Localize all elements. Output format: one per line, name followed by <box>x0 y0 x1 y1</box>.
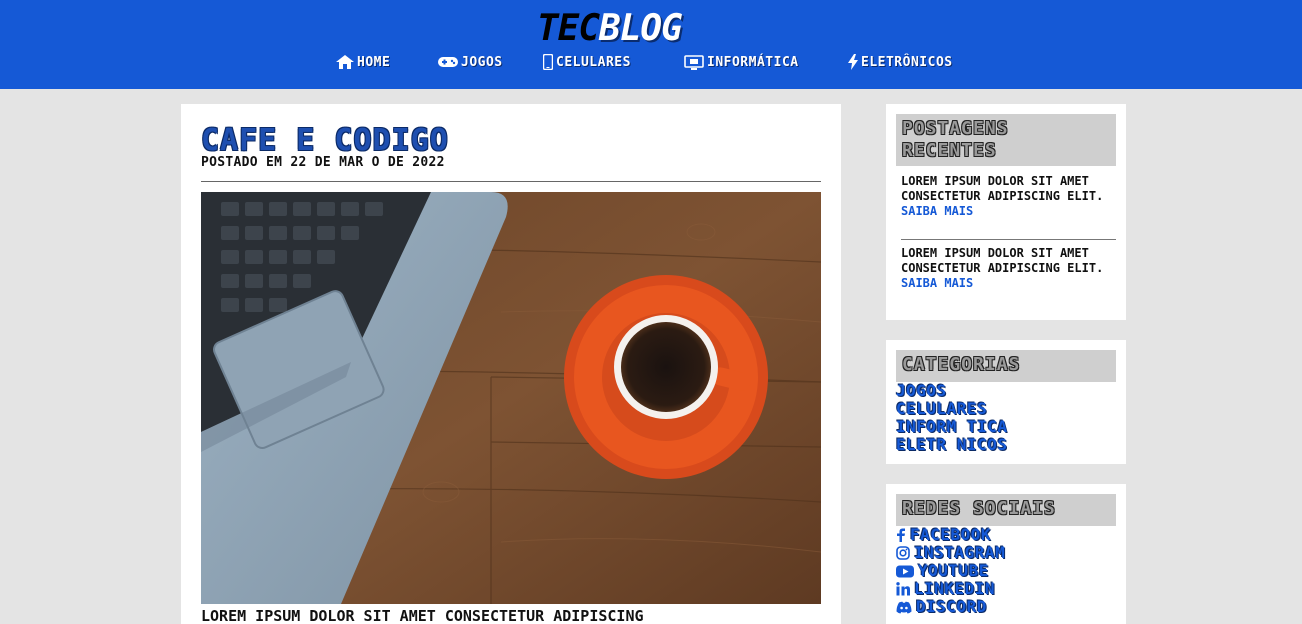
recent-post: LOREM IPSUM DOLOR SIT AMET CONSECTETUR A… <box>901 174 1116 219</box>
widget-social: REDES SOCIAIS FACEBOOK INSTAGRAM YOUTUBE… <box>886 484 1126 624</box>
post-title[interactable]: CAFE E CODIGO <box>201 124 449 158</box>
widget-title-recent: POSTAGENS RECENTES <box>896 114 1116 166</box>
nav-item-celulares[interactable]: CELULARES <box>543 50 631 74</box>
logo-text-blog: BLOG <box>599 8 683 49</box>
widget-categories: CATEGORIAS JOGOS CELULARES INFORM TICA E… <box>886 340 1126 464</box>
discord-icon <box>896 601 912 613</box>
widget-title-categories: CATEGORIAS <box>896 350 1116 382</box>
lightning-icon <box>848 54 858 70</box>
social-link-facebook[interactable]: FACEBOOK <box>896 526 1005 544</box>
social-link-linkedin[interactable]: LINKEDIN <box>896 580 1005 598</box>
social-label: DISCORD <box>916 597 987 616</box>
nav-item-label: JOGOS <box>461 54 503 70</box>
social-link-youtube[interactable]: YOUTUBE <box>896 562 1005 580</box>
instagram-icon <box>896 546 910 560</box>
nav-item-label: CELULARES <box>556 54 631 70</box>
divider <box>201 181 821 182</box>
widget-recent-posts: POSTAGENS RECENTES LOREM IPSUM DOLOR SIT… <box>886 104 1126 320</box>
nav-item-label: INFORMÁTICA <box>707 54 799 70</box>
article-card: CAFE E CODIGO POSTADO EM 22 DE MAR O DE … <box>181 104 841 624</box>
nav-item-home[interactable]: HOME <box>336 50 390 74</box>
social-label: LINKEDIN <box>914 579 996 598</box>
main-nav: HOME JOGOS CELULARES INFORMÁTICA ELETRÔN… <box>0 50 1302 74</box>
nav-item-eletronicos[interactable]: ELETRÔNICOS <box>848 50 953 74</box>
laptop-icon <box>684 54 704 70</box>
divider <box>901 239 1116 240</box>
read-more-link[interactable]: SAIBA MAIS <box>901 276 1116 291</box>
category-link-eletronicos[interactable]: ELETR NICOS <box>896 436 1007 454</box>
social-link-discord[interactable]: DISCORD <box>896 598 1005 616</box>
category-link-jogos[interactable]: JOGOS <box>896 382 1007 400</box>
site-header: TECBLOG HOME JOGOS CELULARES INFORMÁTICA… <box>0 0 1302 89</box>
social-label: FACEBOOK <box>910 525 992 544</box>
category-link-celulares[interactable]: CELULARES <box>896 400 1007 418</box>
post-excerpt: LOREM IPSUM DOLOR SIT AMET CONSECTETUR A… <box>201 607 644 624</box>
social-link-instagram[interactable]: INSTAGRAM <box>896 544 1005 562</box>
logo-text-tec: TEC <box>537 8 600 49</box>
post-date: POSTADO EM 22 DE MAR O DE 2022 <box>201 155 445 170</box>
post-image-graphic <box>201 192 821 604</box>
recent-post-text: LOREM IPSUM DOLOR SIT AMET CONSECTETUR A… <box>901 246 1104 275</box>
facebook-icon <box>897 528 905 542</box>
nav-item-jogos[interactable]: JOGOS <box>438 50 503 74</box>
linkedin-icon <box>896 582 910 596</box>
nav-item-informatica[interactable]: INFORMÁTICA <box>684 50 799 74</box>
site-logo[interactable]: TECBLOG <box>537 11 769 47</box>
smartphone-icon <box>543 54 553 70</box>
recent-post-text: LOREM IPSUM DOLOR SIT AMET CONSECTETUR A… <box>901 174 1104 203</box>
social-label: INSTAGRAM <box>914 543 1006 562</box>
gamepad-icon <box>438 57 458 67</box>
social-label: YOUTUBE <box>918 561 989 580</box>
nav-item-label: ELETRÔNICOS <box>861 54 953 70</box>
recent-post: LOREM IPSUM DOLOR SIT AMET CONSECTETUR A… <box>901 246 1116 291</box>
category-link-informatica[interactable]: INFORM TICA <box>896 418 1007 436</box>
post-image <box>201 192 821 604</box>
nav-item-label: HOME <box>357 54 391 70</box>
youtube-icon <box>896 565 914 577</box>
read-more-link[interactable]: SAIBA MAIS <box>901 204 1116 219</box>
home-icon <box>336 55 354 69</box>
social-list: FACEBOOK INSTAGRAM YOUTUBE LINKEDIN DISC… <box>896 526 1005 616</box>
widget-title-social: REDES SOCIAIS <box>896 494 1116 526</box>
category-list: JOGOS CELULARES INFORM TICA ELETR NICOS <box>896 382 1007 454</box>
